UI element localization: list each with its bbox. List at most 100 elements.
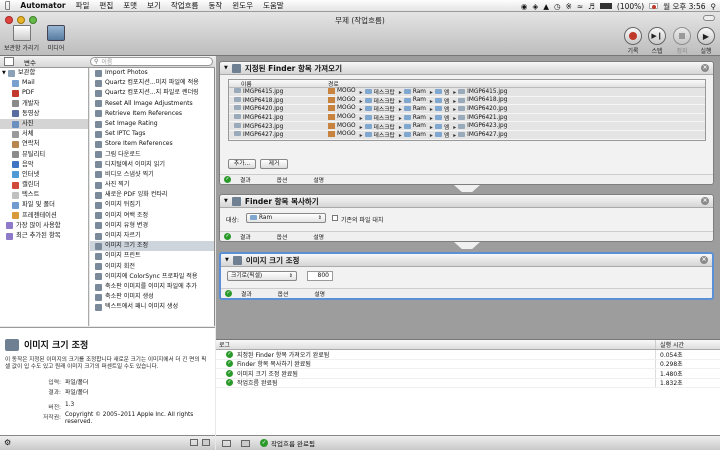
- tree-item-files-folders[interactable]: 파일 및 폴더: [0, 200, 88, 210]
- search-field[interactable]: ⚲ 이름: [90, 57, 213, 66]
- menu-view[interactable]: 보기: [142, 0, 166, 11]
- action-list-item[interactable]: 텍스트에서 패니 이미지 생성: [90, 302, 214, 312]
- time-column-header[interactable]: 실행 시간: [656, 340, 684, 349]
- actions-tab[interactable]: [4, 57, 14, 66]
- wifi-icon[interactable]: ≈: [577, 2, 583, 11]
- description-tab[interactable]: 설명: [313, 175, 324, 184]
- tree-item-calendar[interactable]: 캘린더: [0, 180, 88, 190]
- action-list-item[interactable]: Reset All Image Adjustments: [90, 99, 214, 109]
- gear-icon[interactable]: ⚙: [4, 438, 11, 447]
- tree-item-fonts[interactable]: 서체: [0, 129, 88, 139]
- tree-item-most-used[interactable]: 가장 많이 사용함: [0, 221, 88, 231]
- app-menu[interactable]: Automator: [15, 1, 70, 10]
- tree-item-mail[interactable]: Mail: [0, 78, 88, 88]
- tree-item-developer[interactable]: 개발자: [0, 99, 88, 109]
- log-row[interactable]: ✓ Finder 항목 복사하기 완료됨 0.298초: [216, 359, 720, 369]
- action-list-item[interactable]: Store Item References: [90, 139, 214, 149]
- results-tab[interactable]: 결과: [240, 175, 251, 184]
- tree-item-contacts[interactable]: 연락처: [0, 139, 88, 149]
- menu-file[interactable]: 파일: [71, 0, 95, 11]
- action-list-item[interactable]: 이미지 프린트: [90, 251, 214, 261]
- tree-library-root[interactable]: ▼ 보관함: [0, 68, 88, 78]
- action-list-item[interactable]: 이미지 자르기: [90, 231, 214, 241]
- action-list-item[interactable]: 비디오 스냅샷 찍기: [90, 170, 214, 180]
- options-tab[interactable]: 옵션: [278, 289, 289, 298]
- battery-icon[interactable]: [599, 3, 612, 9]
- action-list-item[interactable]: Retrieve Item References: [90, 109, 214, 119]
- tree-item-presentations[interactable]: 프레젠테이션: [0, 211, 88, 221]
- variables-toggle-icon[interactable]: [241, 439, 250, 447]
- description-tab[interactable]: 설명: [314, 289, 325, 298]
- action-list-item[interactable]: 그림 다운로드: [90, 150, 214, 160]
- log-toggle-icon[interactable]: [222, 439, 231, 447]
- status-icon-1[interactable]: ◉: [521, 2, 528, 11]
- column-name-header[interactable]: 이름: [229, 80, 324, 88]
- menu-edit[interactable]: 편집: [94, 0, 118, 11]
- menubar-clock[interactable]: 월 오후 3:56: [663, 1, 705, 12]
- tree-item-photos[interactable]: 사진: [0, 118, 88, 130]
- action-list-item[interactable]: 사진 찍기: [90, 180, 214, 190]
- resize-mode-popup[interactable]: 크기로(픽셀) ⇕: [227, 271, 297, 281]
- description-tab[interactable]: 설명: [313, 232, 324, 241]
- action-list-item[interactable]: 이미지 뒤집기: [90, 200, 214, 210]
- status-icon-2[interactable]: ◈: [532, 2, 538, 11]
- action-copy-finder-items[interactable]: ▼ Finder 항목 복사하기 × 대상: Ram ⇕ 기존의 파일 대치 ✓…: [219, 194, 714, 242]
- hide-library-button[interactable]: 보관함 가리기: [4, 25, 39, 52]
- tree-item-pdf[interactable]: PDF: [0, 88, 88, 98]
- timemachine-icon[interactable]: ◷: [554, 2, 561, 11]
- size-input[interactable]: 800: [307, 271, 333, 281]
- status-icon-3[interactable]: ▲: [543, 2, 549, 11]
- log-column-header[interactable]: 로그: [216, 340, 656, 349]
- volume-icon[interactable]: ♬: [588, 2, 595, 11]
- view-toggle-icon-2[interactable]: [202, 439, 210, 446]
- menu-action[interactable]: 동작: [203, 0, 227, 11]
- action-list-item[interactable]: Quartz 컴포지션...지 파일로 렌더링: [90, 88, 214, 98]
- disclosure-down-icon[interactable]: ▼: [224, 65, 228, 71]
- bluetooth-icon[interactable]: ※: [566, 2, 572, 11]
- action-list-item[interactable]: 축소판 이미지를 이미지 파일에 추가: [90, 282, 214, 292]
- action-list-item[interactable]: Quartz 컴포지션...미지 파일에 적용: [90, 78, 214, 88]
- action-list-item[interactable]: Set Image Rating: [90, 119, 214, 129]
- toolbar-toggle-button[interactable]: [703, 15, 715, 21]
- finder-item-row[interactable]: IMGP6427.jpg MOGO ▸ 데스크탑 ▸ Ram ▸ 엠 ▸ IMGP6427.jpg: [229, 130, 705, 140]
- action-list-item[interactable]: Import Photos: [90, 68, 214, 78]
- action-list-item[interactable]: 새로운 PDF 잉화 컨타리: [90, 190, 214, 200]
- close-icon[interactable]: ×: [701, 197, 709, 205]
- tree-item-utilities[interactable]: 뮤틸리티: [0, 150, 88, 160]
- input-flag-icon[interactable]: [649, 3, 659, 9]
- close-icon[interactable]: ×: [701, 64, 709, 72]
- results-tab[interactable]: 결과: [240, 232, 251, 241]
- options-tab[interactable]: 옵션: [277, 232, 288, 241]
- tree-item-recently-added[interactable]: 최근 추가된 항목: [0, 231, 88, 241]
- action-resize-images[interactable]: ▼ 이미지 크기 조정 × 크기로(픽셀) ⇕ 800 ✓ 결과 옵션 설명: [219, 252, 714, 300]
- menu-workflow[interactable]: 작업흐름: [166, 0, 204, 11]
- action-list-item[interactable]: 이미지에 ColorSync 프로파일 적용: [90, 272, 214, 282]
- log-row[interactable]: ✓ 작업흐름 완료됨 1.832초: [216, 378, 720, 388]
- log-row[interactable]: ✓ 이미지 크기 조정 완료됨 1.480초: [216, 369, 720, 379]
- action-get-finder-items[interactable]: ▼ 지정된 Finder 항목 가져오기 × 이름 경로 IMGP6415.jp…: [219, 61, 714, 185]
- tree-item-music[interactable]: 음악: [0, 160, 88, 170]
- tree-item-internet[interactable]: 인터넷: [0, 170, 88, 180]
- media-button[interactable]: 미디어: [47, 25, 65, 52]
- action-list-item[interactable]: Set IPTC Tags: [90, 129, 214, 139]
- step-button[interactable]: ▶❙ 스텝: [648, 27, 666, 55]
- action-list-item[interactable]: 이미지 여백 조정: [90, 211, 214, 221]
- disclosure-down-icon[interactable]: ▼: [225, 257, 229, 263]
- spotlight-icon[interactable]: ⚲: [711, 2, 717, 11]
- action-list-item-selected[interactable]: 이미지 크기 조정: [90, 241, 214, 252]
- menu-format[interactable]: 포맷: [118, 0, 142, 11]
- add-button[interactable]: 추가...: [228, 159, 256, 169]
- action-list-item[interactable]: 디지털에서 이미지 읽기: [90, 160, 214, 170]
- replace-existing-checkbox[interactable]: [332, 215, 338, 221]
- action-list-item[interactable]: 축소판 이미지 생성: [90, 292, 214, 302]
- action-list-item[interactable]: 이미지 회전: [90, 262, 214, 272]
- menu-window[interactable]: 윈도우: [227, 0, 258, 11]
- record-button[interactable]: 기록: [624, 27, 642, 55]
- options-tab[interactable]: 옵션: [277, 175, 288, 184]
- results-tab[interactable]: 결과: [241, 289, 252, 298]
- remove-button[interactable]: 제거: [260, 159, 288, 169]
- view-toggle-icon[interactable]: [190, 439, 198, 446]
- variables-tab[interactable]: 변수: [24, 57, 36, 67]
- close-icon[interactable]: ×: [700, 256, 708, 264]
- menu-help[interactable]: 도움말: [258, 0, 289, 11]
